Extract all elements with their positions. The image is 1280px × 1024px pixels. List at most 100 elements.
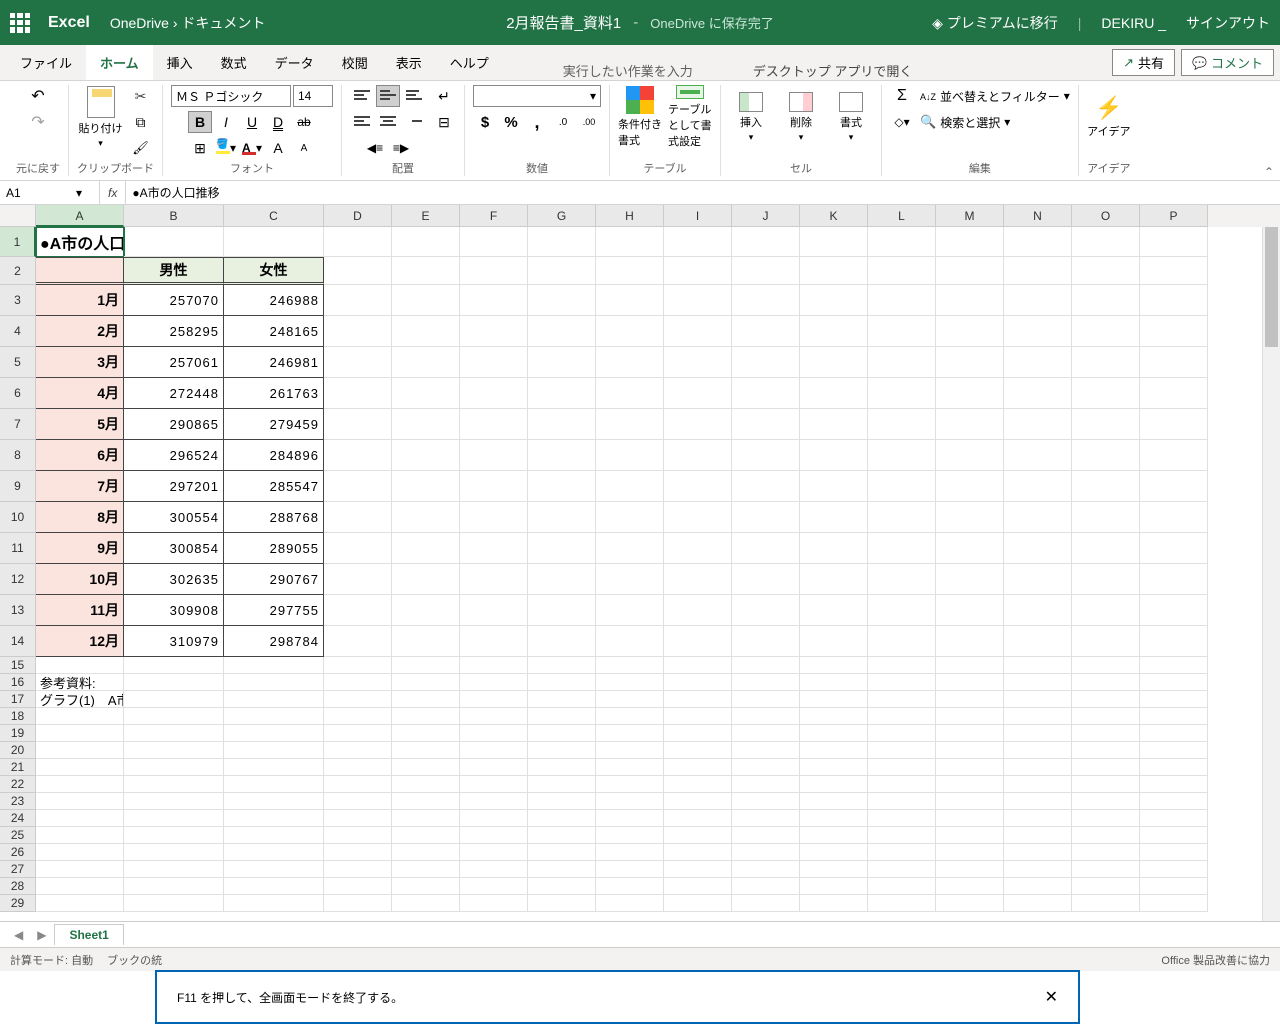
cell-D11[interactable] [324, 533, 392, 564]
cell-A1[interactable]: ●A市の人口推移 [36, 227, 124, 257]
cell-N27[interactable] [1004, 861, 1072, 878]
cell-H27[interactable] [596, 861, 664, 878]
cell-B2[interactable]: 男性 [124, 257, 224, 285]
tab-help[interactable]: ヘルプ [436, 45, 503, 80]
cell-B22[interactable] [124, 776, 224, 793]
cell-G24[interactable] [528, 810, 596, 827]
cell-M18[interactable] [936, 708, 1004, 725]
row-header[interactable]: 22 [0, 776, 36, 793]
cell-P9[interactable] [1140, 471, 1208, 502]
cell-P12[interactable] [1140, 564, 1208, 595]
cell-K2[interactable] [800, 257, 868, 285]
cell-G25[interactable] [528, 827, 596, 844]
cell-H1[interactable] [596, 227, 664, 257]
cell-C16[interactable] [224, 674, 324, 691]
cell-K18[interactable] [800, 708, 868, 725]
cell-M9[interactable] [936, 471, 1004, 502]
cell-P2[interactable] [1140, 257, 1208, 285]
cell-N8[interactable] [1004, 440, 1072, 471]
cell-C4[interactable]: 248165 [224, 316, 324, 347]
cell-F28[interactable] [460, 878, 528, 895]
row-header[interactable]: 20 [0, 742, 36, 759]
cell-P22[interactable] [1140, 776, 1208, 793]
cell-F10[interactable] [460, 502, 528, 533]
cell-D18[interactable] [324, 708, 392, 725]
cell-J15[interactable] [732, 657, 800, 674]
cell-P26[interactable] [1140, 844, 1208, 861]
row-header[interactable]: 7 [0, 409, 36, 440]
row-header[interactable]: 8 [0, 440, 36, 471]
cell-N5[interactable] [1004, 347, 1072, 378]
align-right-button[interactable] [402, 111, 426, 133]
cell-M10[interactable] [936, 502, 1004, 533]
cell-H13[interactable] [596, 595, 664, 626]
cell-N10[interactable] [1004, 502, 1072, 533]
cell-J16[interactable] [732, 674, 800, 691]
cell-N2[interactable] [1004, 257, 1072, 285]
cell-K17[interactable] [800, 691, 868, 708]
cell-L20[interactable] [868, 742, 936, 759]
cell-O9[interactable] [1072, 471, 1140, 502]
cell-K20[interactable] [800, 742, 868, 759]
cell-A4[interactable]: 2月 [36, 316, 124, 347]
cell-G8[interactable] [528, 440, 596, 471]
cell-C23[interactable] [224, 793, 324, 810]
row-header[interactable]: 29 [0, 895, 36, 912]
cell-B4[interactable]: 258295 [124, 316, 224, 347]
cell-A28[interactable] [36, 878, 124, 895]
cell-M3[interactable] [936, 285, 1004, 316]
cell-I8[interactable] [664, 440, 732, 471]
row-header[interactable]: 5 [0, 347, 36, 378]
cell-I7[interactable] [664, 409, 732, 440]
row-header[interactable]: 24 [0, 810, 36, 827]
cell-H8[interactable] [596, 440, 664, 471]
cell-L15[interactable] [868, 657, 936, 674]
cell-I21[interactable] [664, 759, 732, 776]
cell-G29[interactable] [528, 895, 596, 912]
cell-M16[interactable] [936, 674, 1004, 691]
cell-H19[interactable] [596, 725, 664, 742]
cell-O19[interactable] [1072, 725, 1140, 742]
cell-C7[interactable]: 279459 [224, 409, 324, 440]
cell-B27[interactable] [124, 861, 224, 878]
cell-D8[interactable] [324, 440, 392, 471]
cell-B5[interactable]: 257061 [124, 347, 224, 378]
bold-button[interactable] [188, 111, 212, 133]
cell-N21[interactable] [1004, 759, 1072, 776]
cell-O13[interactable] [1072, 595, 1140, 626]
tell-me-search[interactable]: 実行したい作業を入力 [563, 61, 693, 80]
cell-D19[interactable] [324, 725, 392, 742]
row-header[interactable]: 9 [0, 471, 36, 502]
cell-P19[interactable] [1140, 725, 1208, 742]
cell-L19[interactable] [868, 725, 936, 742]
cell-A23[interactable] [36, 793, 124, 810]
cell-I3[interactable] [664, 285, 732, 316]
cell-A9[interactable]: 7月 [36, 471, 124, 502]
underline-button[interactable] [240, 111, 264, 133]
comments-button[interactable]: コメント [1181, 49, 1274, 76]
cell-O26[interactable] [1072, 844, 1140, 861]
cell-E26[interactable] [392, 844, 460, 861]
font-select[interactable] [171, 85, 291, 107]
cell-E7[interactable] [392, 409, 460, 440]
cell-P7[interactable] [1140, 409, 1208, 440]
cell-F26[interactable] [460, 844, 528, 861]
cell-B15[interactable] [124, 657, 224, 674]
cell-K5[interactable] [800, 347, 868, 378]
cell-A18[interactable] [36, 708, 124, 725]
cell-F3[interactable] [460, 285, 528, 316]
cell-J1[interactable] [732, 227, 800, 257]
cell-D10[interactable] [324, 502, 392, 533]
cell-J23[interactable] [732, 793, 800, 810]
cell-H29[interactable] [596, 895, 664, 912]
cell-L13[interactable] [868, 595, 936, 626]
cell-P27[interactable] [1140, 861, 1208, 878]
row-header[interactable]: 27 [0, 861, 36, 878]
cell-L8[interactable] [868, 440, 936, 471]
cell-O7[interactable] [1072, 409, 1140, 440]
cell-N1[interactable] [1004, 227, 1072, 257]
row-header[interactable]: 16 [0, 674, 36, 691]
cell-F1[interactable] [460, 227, 528, 257]
italic-button[interactable] [214, 111, 238, 133]
align-middle-button[interactable] [376, 85, 400, 107]
